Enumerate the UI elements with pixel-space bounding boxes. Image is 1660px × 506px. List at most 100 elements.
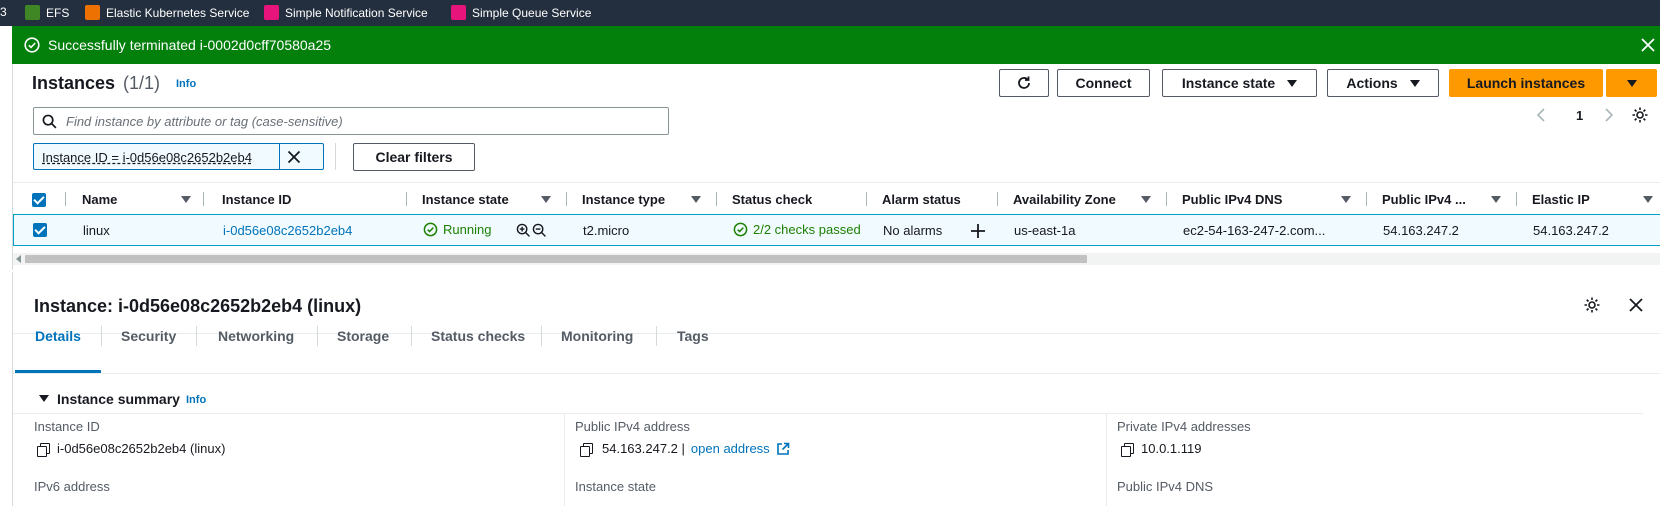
close-icon[interactable]	[1628, 297, 1644, 313]
chevron-right-icon[interactable]	[1601, 107, 1615, 123]
refresh-icon	[1018, 76, 1030, 89]
open-address-link[interactable]: open address	[691, 441, 770, 456]
table-header: Name Instance ID Instance state Instance…	[13, 182, 1660, 214]
actions-dropdown[interactable]: Actions	[1327, 69, 1439, 97]
tab-monitoring[interactable]: Monitoring	[561, 328, 633, 344]
cell-alarm-status: No alarms	[883, 223, 943, 238]
column-header-az[interactable]: Availability Zone	[1013, 192, 1116, 207]
cell-elastic-ip: 54.163.247.2	[1533, 223, 1609, 238]
column-header-public-ip[interactable]: Public IPv4 ...	[1382, 192, 1466, 207]
field-label: Public IPv4 address	[575, 419, 690, 434]
favorite-item-sns[interactable]: Simple Notification Service	[264, 5, 428, 20]
table-row[interactable]: linux i-0d56e08c2652b2eb4 Running t2.mic…	[13, 214, 1660, 246]
sort-caret-icon[interactable]	[181, 196, 191, 203]
field-label: IPv6 address	[34, 479, 110, 494]
divider	[335, 143, 336, 170]
sort-caret-icon[interactable]	[1491, 196, 1501, 203]
cell-public-dns: ec2-54-163-247-2.com...	[1183, 223, 1326, 238]
connect-button[interactable]: Connect	[1057, 69, 1150, 97]
cell-instance-state: Running	[423, 222, 491, 237]
cell-instance-id-link[interactable]: i-0d56e08c2652b2eb4	[223, 223, 352, 238]
eks-icon	[85, 5, 100, 20]
cell-az: us-east-1a	[1014, 223, 1076, 238]
success-flashbar: Successfully terminated i-0002d0cff70580…	[12, 26, 1660, 64]
sort-caret-icon[interactable]	[541, 196, 551, 203]
filter-token-label: Instance ID = i-0d56e08c2652b2eb4	[42, 150, 252, 165]
page-number[interactable]: 1	[1576, 108, 1583, 123]
instance-count: (1/1)	[123, 73, 161, 93]
field-label: Instance state	[575, 479, 656, 494]
close-icon	[287, 150, 301, 163]
column-header-instance-id[interactable]: Instance ID	[222, 192, 291, 207]
detail-title: Instance: i-0d56e08c2652b2eb4 (linux)	[34, 296, 362, 316]
sort-caret-icon[interactable]	[1341, 196, 1351, 203]
zoom-in-icon[interactable]	[516, 223, 531, 238]
page-title: Instances	[32, 73, 116, 93]
caret-down-icon	[1409, 79, 1420, 87]
external-link-icon[interactable]	[776, 442, 790, 456]
search-placeholder: Find instance by attribute or tag (case-…	[66, 114, 343, 129]
column-header-elastic-ip[interactable]: Elastic IP	[1532, 192, 1590, 207]
tab-status-checks[interactable]: Status checks	[431, 328, 525, 344]
refresh-button[interactable]	[999, 69, 1049, 97]
scrollbar-thumb[interactable]	[25, 255, 1087, 263]
remove-filter-button[interactable]	[279, 143, 308, 170]
copy-icon[interactable]	[37, 442, 50, 457]
instance-state-dropdown[interactable]: Instance state	[1162, 69, 1317, 97]
close-icon[interactable]	[1640, 37, 1656, 53]
copy-icon[interactable]	[580, 442, 593, 457]
sort-caret-icon[interactable]	[1643, 196, 1653, 203]
column-header-public-dns[interactable]: Public IPv4 DNS	[1182, 192, 1282, 207]
settings-gear-icon[interactable]	[1631, 106, 1649, 124]
zoom-out-icon[interactable]	[532, 223, 547, 238]
column-header-alarm-status[interactable]: Alarm status	[882, 192, 961, 207]
tab-security[interactable]: Security	[121, 328, 176, 344]
favorite-item-3[interactable]: 3	[0, 5, 7, 19]
column-header-instance-type[interactable]: Instance type	[582, 192, 665, 207]
field-label: Instance ID	[34, 419, 100, 434]
success-icon	[24, 37, 40, 53]
info-link[interactable]: Info	[186, 394, 206, 406]
sort-caret-icon[interactable]	[1141, 196, 1151, 203]
check-circle-icon	[733, 222, 748, 237]
sqs-icon	[451, 5, 466, 20]
info-link[interactable]: Info	[176, 78, 196, 90]
cell-public-ip: 54.163.247.2	[1383, 223, 1459, 238]
section-title[interactable]: Instance summary	[57, 391, 180, 407]
chevron-left-icon[interactable]	[1535, 107, 1549, 123]
settings-gear-icon[interactable]	[1583, 296, 1601, 314]
column-header-status-check[interactable]: Status check	[732, 192, 812, 207]
favorite-item-sqs[interactable]: Simple Queue Service	[451, 5, 591, 20]
favorite-item-efs[interactable]: EFS	[25, 5, 69, 20]
horizontal-scrollbar[interactable]	[13, 253, 1660, 265]
column-header-instance-state[interactable]: Instance state	[422, 192, 509, 207]
field-label: Private IPv4 addresses	[1117, 419, 1251, 434]
launch-instances-button[interactable]: Launch instances	[1449, 69, 1603, 97]
caret-down-icon	[1287, 79, 1298, 87]
caret-down-icon	[1626, 79, 1637, 87]
search-input[interactable]: Find instance by attribute or tag (case-…	[33, 107, 669, 135]
copy-icon[interactable]	[1121, 442, 1134, 457]
launch-instances-split-button[interactable]	[1606, 69, 1657, 97]
tab-tags[interactable]: Tags	[677, 328, 709, 344]
expand-caret-icon[interactable]	[39, 395, 49, 402]
clear-filters-button[interactable]: Clear filters	[353, 143, 475, 171]
row-checkbox[interactable]	[33, 223, 47, 237]
scroll-left-arrow-icon[interactable]	[16, 255, 21, 263]
add-alarm-plus-icon[interactable]	[970, 223, 986, 239]
search-icon	[42, 114, 57, 129]
column-header-name[interactable]: Name	[82, 192, 117, 207]
field-value-private-ip: 10.0.1.119	[1121, 441, 1201, 457]
sort-caret-icon[interactable]	[691, 196, 701, 203]
instance-detail-panel: Instance: i-0d56e08c2652b2eb4 (linux) De…	[12, 272, 1660, 506]
instances-panel: Instances (1/1) Info Connect Instance st…	[12, 64, 1660, 270]
running-check-icon	[423, 222, 438, 237]
select-all-checkbox[interactable]	[32, 193, 46, 207]
tab-storage[interactable]: Storage	[337, 328, 389, 344]
field-value-public-ip: 54.163.247.2 | open address	[580, 441, 790, 457]
flash-message: Successfully terminated i-0002d0cff70580…	[48, 37, 332, 53]
tab-details[interactable]: Details	[35, 328, 81, 344]
field-label: Public IPv4 DNS	[1117, 479, 1214, 494]
favorite-item-eks[interactable]: Elastic Kubernetes Service	[85, 5, 249, 20]
tab-networking[interactable]: Networking	[218, 328, 294, 344]
